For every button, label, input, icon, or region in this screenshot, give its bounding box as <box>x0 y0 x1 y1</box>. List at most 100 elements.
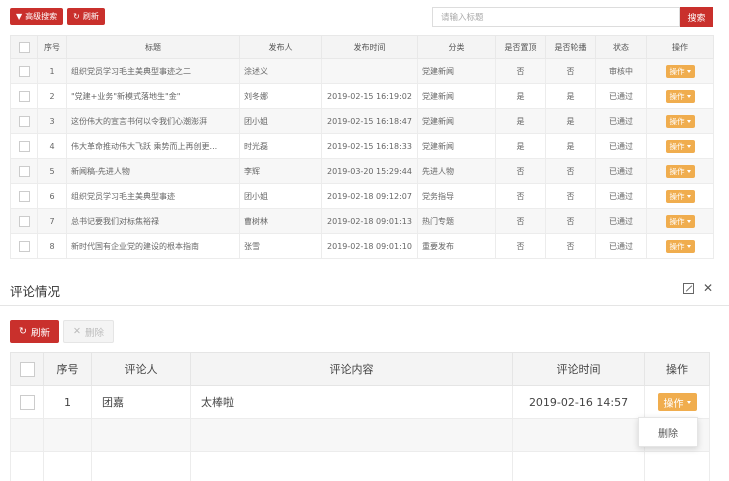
dropdown-delete-item[interactable]: 删除 <box>638 417 698 447</box>
op-label: 操作 <box>669 166 685 176</box>
col-header: 状态 <box>595 35 647 59</box>
comments-header-row: 序号 评论人 评论内容 评论时间 操作 <box>10 352 710 386</box>
search-button[interactable]: 搜索 <box>680 7 713 27</box>
row-checkbox[interactable] <box>18 65 30 77</box>
caret-down-icon <box>686 219 691 223</box>
articles-table: 序号 标题 发布人 发布时间 分类 是否置顶 是否轮播 状态 操作 1 组织党员学… <box>10 35 714 259</box>
publish-time: 2019-02-18 09:01:13 <box>321 208 418 234</box>
comments-toolbar: ↻ 刷新 ✕ 删除 <box>10 320 114 343</box>
comments-table: 序号 评论人 评论内容 评论时间 操作 1 团嘉 太棒啦 2019-02-16 … <box>10 352 710 481</box>
row-checkbox[interactable] <box>18 165 30 177</box>
op-cell: 操作 <box>646 208 714 234</box>
table-row[interactable]: 8 新时代国有企业党的建设的根本指南 张雪 2019-02-18 09:01:10 重要… <box>10 233 714 259</box>
is-carousel: 是 <box>545 83 596 109</box>
select-all-cell <box>10 352 44 386</box>
category: 党建新闻 <box>417 108 496 134</box>
search-input[interactable]: 请输入标题 <box>432 7 680 27</box>
row-checkbox[interactable] <box>18 215 30 227</box>
col-header: 评论时间 <box>512 352 645 386</box>
row-checkbox[interactable] <box>18 140 30 152</box>
caret-down-icon <box>686 144 691 148</box>
op-cell: 操作 <box>646 108 714 134</box>
select-all-checkbox[interactable] <box>19 361 35 377</box>
op-label: 操作 <box>669 66 685 76</box>
comments-refresh-button[interactable]: ↻ 刷新 <box>10 320 59 343</box>
op-dropdown-button[interactable]: 操作 <box>665 239 695 253</box>
row-checkbox[interactable] <box>19 394 35 410</box>
is-pinned: 否 <box>495 183 546 209</box>
col-header: 操作 <box>644 352 710 386</box>
expand-icon[interactable] <box>683 283 694 294</box>
publisher: 团小姐 <box>239 183 322 209</box>
row-checkbox[interactable] <box>18 240 30 252</box>
op-dropdown-button[interactable]: 操作 <box>665 64 695 78</box>
comments-refresh-label: 刷新 <box>30 327 50 339</box>
is-carousel: 是 <box>545 133 596 159</box>
row-index: 4 <box>37 133 67 159</box>
col-header: 发布时间 <box>321 35 418 59</box>
op-label: 操作 <box>669 91 685 101</box>
is-pinned: 否 <box>495 233 546 259</box>
col-header: 评论人 <box>91 352 191 386</box>
comment-op-dropdown-button[interactable]: 操作 <box>657 393 697 411</box>
publisher: 团小姐 <box>239 108 322 134</box>
comment-index: 1 <box>43 385 92 419</box>
is-pinned: 否 <box>495 158 546 184</box>
article-title: 新时代国有企业党的建设的根本指南 <box>66 233 240 259</box>
op-cell: 操作 <box>646 83 714 109</box>
caret-down-icon <box>686 400 691 404</box>
publish-time: 2019-03-20 15:29:44 <box>321 158 418 184</box>
col-header: 序号 <box>43 352 92 386</box>
table-row[interactable]: 1 组织党员学习毛主美典型事迹之二 涂述义 党建新闻否否审核中 操作 <box>10 58 714 84</box>
status: 已通过 <box>595 83 647 109</box>
advanced-search-button[interactable]: ▼ 高级搜索 <box>10 8 64 25</box>
row-index: 5 <box>37 158 67 184</box>
table-row[interactable]: 3 这份伟大的宣言书何以令我们心潮澎湃 团小姐 2019-02-15 16:18:47… <box>10 108 714 134</box>
caret-down-icon <box>686 244 691 248</box>
op-dropdown-button[interactable]: 操作 <box>665 214 695 228</box>
publish-time: 2019-02-15 16:19:02 <box>321 83 418 109</box>
op-cell: 操作 <box>646 58 714 84</box>
table-row[interactable]: 6 组织党员学习毛主美典型事迹 团小姐 2019-02-18 09:12:07 党务指导… <box>10 183 714 209</box>
row-checkbox[interactable] <box>18 90 30 102</box>
article-title: 组织党员学习毛主美典型事迹之二 <box>66 58 240 84</box>
is-carousel: 否 <box>545 183 596 209</box>
col-header: 标题 <box>66 35 240 59</box>
comments-delete-button[interactable]: ✕ 删除 <box>62 320 114 343</box>
category: 先进人物 <box>417 158 496 184</box>
col-header: 评论内容 <box>190 352 513 386</box>
op-dropdown-button[interactable]: 操作 <box>665 89 695 103</box>
row-select-cell <box>10 108 38 134</box>
top-toolbar: ▼ 高级搜索 ↻ 刷新 <box>10 8 105 25</box>
publisher: 李辉 <box>239 158 322 184</box>
is-pinned: 是 <box>495 83 546 109</box>
refresh-button[interactable]: ↻ 刷新 <box>67 8 105 25</box>
comment-author: 团嘉 <box>91 385 191 419</box>
op-dropdown-button[interactable]: 操作 <box>665 139 695 153</box>
article-title: "党建+业务"新模式落地生"金" <box>66 83 240 109</box>
delete-x-icon: ✕ <box>72 326 81 337</box>
table-row[interactable]: 7 总书记要我们对标焦裕禄 曹树林 2019-02-18 09:01:13 热门专题否否… <box>10 208 714 234</box>
row-index: 8 <box>37 233 67 259</box>
op-label: 操作 <box>669 216 685 226</box>
status: 已通过 <box>595 108 647 134</box>
category: 党务指导 <box>417 183 496 209</box>
row-checkbox[interactable] <box>18 190 30 202</box>
table-row[interactable]: 1 团嘉 太棒啦 2019-02-16 14:57 操作 <box>10 385 710 419</box>
table-row[interactable]: 4 伟大革命推动伟大飞跃 乘势而上再创更... 时光磊 2019-02-15 16:1… <box>10 133 714 159</box>
table-row[interactable]: 2 "党建+业务"新模式落地生"金" 刘冬娜 2019-02-15 16:19:02 党… <box>10 83 714 109</box>
row-index: 2 <box>37 83 67 109</box>
table-row[interactable]: 5 新闻稿-先进人物 李辉 2019-03-20 15:29:44 先进人物否否已通过操… <box>10 158 714 184</box>
op-label: 操作 <box>669 116 685 126</box>
op-dropdown-button[interactable]: 操作 <box>665 164 695 178</box>
is-pinned: 否 <box>495 58 546 84</box>
row-select-cell <box>10 83 38 109</box>
select-all-checkbox[interactable] <box>18 41 30 53</box>
status: 已通过 <box>595 233 647 259</box>
row-checkbox[interactable] <box>18 115 30 127</box>
op-dropdown-button[interactable]: 操作 <box>665 189 695 203</box>
close-icon[interactable]: ✕ <box>703 281 713 295</box>
is-pinned: 是 <box>495 108 546 134</box>
op-dropdown-button[interactable]: 操作 <box>665 114 695 128</box>
row-select-cell <box>10 385 44 419</box>
